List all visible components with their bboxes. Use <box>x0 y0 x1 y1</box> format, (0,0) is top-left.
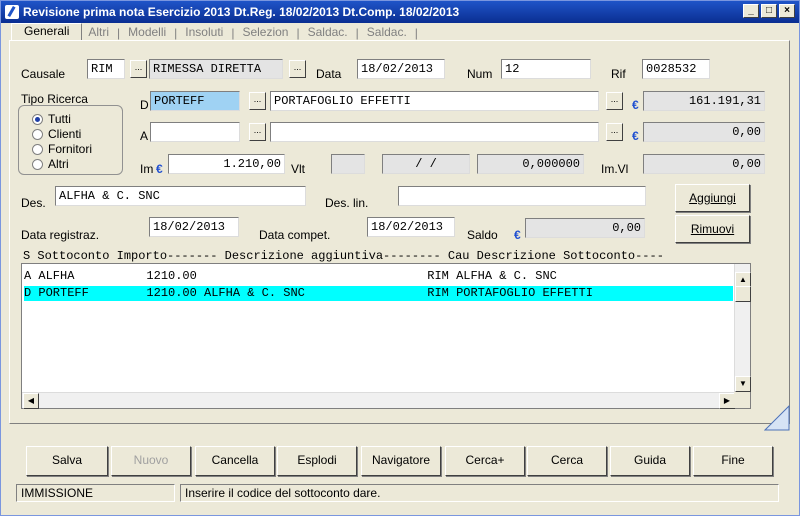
radio-altri[interactable]: Altri <box>32 157 69 171</box>
close-button[interactable]: × <box>779 4 795 18</box>
importo-euro-icon: € <box>156 162 163 176</box>
des-lin-label: Des. lin. <box>325 196 369 210</box>
dare-desc-lookup-button[interactable]: ... <box>606 92 623 110</box>
valuta-date-field: / / <box>382 154 470 174</box>
causale-label: Causale <box>21 67 66 81</box>
des-label: Des. <box>21 196 46 210</box>
vertical-scrollbar[interactable]: ▲ ▼ <box>734 264 751 392</box>
scroll-right-icon[interactable]: ▶ <box>719 393 735 409</box>
tab-modelli[interactable]: Modelli <box>122 25 172 40</box>
dare-code-field[interactable]: PORTEFF <box>150 91 240 111</box>
list-item-selected[interactable]: D PORTEFF 1210.00 ALFHA & C. SNC RIM POR… <box>24 286 733 301</box>
tipo-ricerca-label: Tipo Ricerca <box>21 92 88 106</box>
avere-label: A <box>140 129 149 143</box>
des-lin-field[interactable] <box>398 186 646 206</box>
causale-desc-field: RIMESSA DIRETTA <box>149 59 283 79</box>
dare-amount-field: 161.191,31 <box>643 91 765 111</box>
avere-amount-field: 0,00 <box>643 122 765 142</box>
tab-selezion[interactable]: Selezion <box>236 25 294 40</box>
avere-desc-lookup-button[interactable]: ... <box>606 123 623 141</box>
rif-field[interactable]: 0028532 <box>642 59 710 79</box>
app-icon <box>5 5 19 19</box>
valuta-label: Vlt <box>291 162 306 176</box>
title-bar: Revisione prima nota Esercizio 2013 Dt.R… <box>1 1 799 23</box>
horizontal-scrollbar[interactable]: ◀ ▶ <box>22 392 735 409</box>
list-header: S Sottoconto Importo------- Descrizione … <box>23 249 664 263</box>
radio-fornitori[interactable]: Fornitori <box>32 142 92 156</box>
resize-grip-icon[interactable] <box>764 405 790 431</box>
importo-valuta-field: 0,00 <box>643 154 765 174</box>
maximize-button[interactable]: □ <box>761 4 777 18</box>
radio-clienti[interactable]: Clienti <box>32 127 81 141</box>
data-label: Data <box>316 67 342 81</box>
tab-saldac-2[interactable]: Saldac. <box>361 25 413 40</box>
causale-desc-lookup-button[interactable]: ... <box>289 60 306 78</box>
saldo-field: 0,00 <box>525 218 645 238</box>
window-title: Revisione prima nota Esercizio 2013 Dt.R… <box>23 5 460 19</box>
movements-list[interactable]: A ALFHA 1210.00 RIM ALFHA & C. SNC D POR… <box>21 263 751 409</box>
navigatore-button[interactable]: Navigatore <box>361 446 441 476</box>
scroll-down-icon[interactable]: ▼ <box>735 376 751 392</box>
tab-generali[interactable]: Generali <box>11 23 83 40</box>
status-message: Inserire il codice del sottoconto dare. <box>180 484 779 502</box>
data-competenza-field[interactable]: 18/02/2013 <box>367 217 455 237</box>
rif-label: Rif <box>611 67 626 81</box>
causale-lookup-button[interactable]: ... <box>130 60 147 78</box>
radio-tutti[interactable]: Tutti <box>32 112 71 126</box>
cerca-plus-button[interactable]: Cerca+ <box>445 446 525 476</box>
cancella-button[interactable]: Cancella <box>195 446 275 476</box>
cambio-field: 0,000000 <box>477 154 584 174</box>
tab-insoluti[interactable]: Insoluti <box>179 25 229 40</box>
num-field[interactable]: 12 <box>501 59 591 79</box>
list-item[interactable]: A ALFHA 1210.00 RIM ALFHA & C. SNC <box>24 269 733 284</box>
nuovo-button[interactable]: Nuovo <box>111 446 191 476</box>
data-competenza-label: Data compet. <box>259 228 331 242</box>
salva-button[interactable]: Salva <box>26 446 108 476</box>
dare-lookup-button[interactable]: ... <box>249 92 266 110</box>
dare-euro-icon: € <box>632 98 639 112</box>
status-mode: IMMISSIONE <box>16 484 175 502</box>
avere-lookup-button[interactable]: ... <box>249 123 266 141</box>
scroll-thumb[interactable] <box>735 286 751 302</box>
dare-desc-field[interactable]: PORTAFOGLIO EFFETTI <box>270 91 599 111</box>
importo-label: Im <box>140 162 154 176</box>
causale-code-field[interactable]: RIM <box>87 59 125 79</box>
radio-selected-indicator <box>32 113 43 125</box>
esplodi-button[interactable]: Esplodi <box>277 446 357 476</box>
tab-strip: Generali Altri | Modelli | Insoluti | Selez… <box>11 23 420 40</box>
cerca-button[interactable]: Cerca <box>527 446 607 476</box>
tab-altri[interactable]: Altri <box>82 25 115 40</box>
importo-valuta-label: Im.Vl <box>601 162 629 176</box>
saldo-label: Saldo <box>467 228 498 242</box>
avere-euro-icon: € <box>632 129 639 143</box>
aggiungi-button[interactable]: Aggiungi <box>675 184 750 212</box>
fine-button[interactable]: Fine <box>693 446 773 476</box>
data-field[interactable]: 18/02/2013 <box>357 59 445 79</box>
valuta-field <box>331 154 365 174</box>
data-registrazione-field[interactable]: 18/02/2013 <box>149 217 239 237</box>
dare-label: D <box>140 98 149 112</box>
data-registrazione-label: Data registraz. <box>21 228 100 242</box>
guida-button[interactable]: Guida <box>610 446 690 476</box>
minimize-button[interactable]: _ <box>743 4 759 18</box>
num-label: Num <box>467 67 493 81</box>
des-field[interactable]: ALFHA & C. SNC <box>55 186 306 206</box>
rimuovi-button[interactable]: Rimuovi <box>675 215 750 243</box>
avere-desc-field[interactable] <box>270 122 599 142</box>
avere-code-field[interactable] <box>150 122 240 142</box>
scroll-corner <box>734 392 750 408</box>
importo-field[interactable]: 1.210,00 <box>168 154 285 174</box>
saldo-euro-icon: € <box>514 228 521 242</box>
tab-saldac-1[interactable]: Saldac. <box>302 25 354 40</box>
main-window: Revisione prima nota Esercizio 2013 Dt.R… <box>0 0 800 516</box>
scroll-left-icon[interactable]: ◀ <box>23 393 39 409</box>
